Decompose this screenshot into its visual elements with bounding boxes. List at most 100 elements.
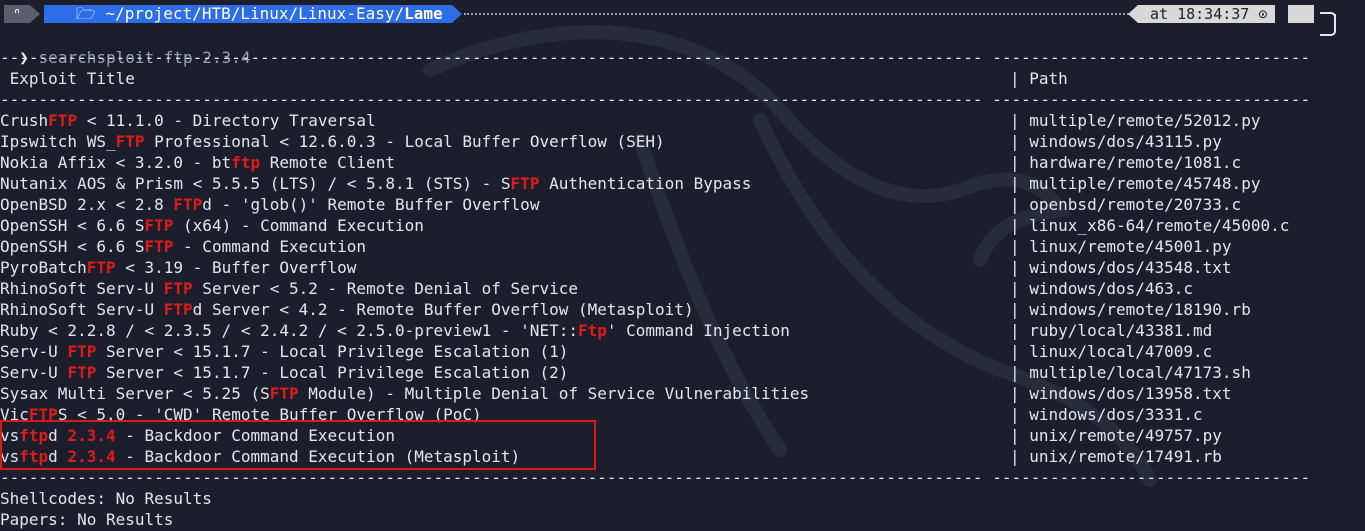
header-path: Path bbox=[1019, 69, 1068, 88]
segment-separator-icon bbox=[1128, 5, 1138, 23]
exploit-title: Ruby < 2.2.8 / < 2.3.5 / < 2.4.2 / < 2.5… bbox=[0, 320, 1010, 341]
exploit-path: windows/remote/18190.rb bbox=[1029, 300, 1251, 319]
time-label: at 18:34:37 bbox=[1150, 5, 1250, 23]
column-separator: | bbox=[1010, 384, 1030, 403]
table-row: Ipswitch WS_FTP Professional < 12.6.0.3 … bbox=[0, 131, 1222, 152]
exploit-path: windows/dos/463.c bbox=[1029, 279, 1194, 298]
column-separator: | bbox=[1010, 132, 1030, 151]
search-match: FTP bbox=[86, 258, 116, 277]
os-logo-icon: ᐢ bbox=[4, 5, 30, 23]
title-text: Ipswitch WS_ bbox=[0, 132, 116, 151]
table-row: RhinoSoft Serv-U FTP Server < 5.2 - Remo… bbox=[0, 278, 1193, 299]
segment-separator-icon bbox=[30, 5, 40, 23]
path-segment-start bbox=[44, 5, 62, 23]
column-separator: | bbox=[1010, 300, 1030, 319]
exploit-path: windows/dos/43548.txt bbox=[1029, 258, 1232, 277]
exploit-path: windows/dos/43115.py bbox=[1029, 132, 1222, 151]
title-text: RhinoSoft Serv-U bbox=[0, 279, 164, 298]
table-header: Exploit Title | Path bbox=[0, 68, 1068, 89]
exploit-path: unix/remote/49757.py bbox=[1029, 426, 1222, 445]
column-separator: | bbox=[1010, 342, 1030, 361]
table-row: PyroBatchFTP < 3.19 - Buffer Overflow | w… bbox=[0, 257, 1232, 278]
title-text: Ruby < 2.2.8 / < 2.3.5 / < 2.4.2 / < 2.5… bbox=[0, 321, 578, 340]
title-text: Nokia Affix < 3.2.0 - bt bbox=[0, 153, 232, 172]
title-text: d Server < 4.2 - Remote Buffer Overflow … bbox=[192, 300, 694, 319]
exploit-title: Serv-U FTP Server < 15.1.7 - Local Privi… bbox=[0, 341, 1010, 362]
exploit-title: OpenBSD 2.x < 2.8 FTPd - 'glob()' Remote… bbox=[0, 194, 1010, 215]
table-row: Serv-U FTP Server < 15.1.7 - Local Privi… bbox=[0, 362, 1251, 383]
prompt-frame-bottom bbox=[1320, 14, 1336, 36]
search-match: FTP bbox=[144, 237, 174, 256]
exploit-path: linux_x86-64/remote/45000.c bbox=[1029, 216, 1290, 235]
title-text: Server < 15.1.7 - Local Privilege Escala… bbox=[96, 342, 569, 361]
exploit-path: windows/dos/3331.c bbox=[1029, 405, 1203, 424]
exploit-path: linux/local/47009.c bbox=[1029, 342, 1213, 361]
path-current-dir: Lame bbox=[404, 4, 443, 23]
table-row: Serv-U FTP Server < 15.1.7 - Local Privi… bbox=[0, 341, 1212, 362]
exploit-title: RhinoSoft Serv-U FTP Server < 5.2 - Remo… bbox=[0, 278, 1010, 299]
search-match: FTP bbox=[48, 111, 78, 130]
prompt-filler-dots bbox=[464, 13, 1140, 15]
title-text: OpenBSD 2.x < 2.8 bbox=[0, 195, 174, 214]
table-divider-bottom: ----------------------------------------… bbox=[0, 468, 1311, 487]
search-match: FTP bbox=[173, 195, 203, 214]
title-text: Module) - Multiple Denial of Service Vul… bbox=[298, 384, 810, 403]
search-match: FTP bbox=[67, 342, 97, 361]
exploit-path: multiple/remote/45748.py bbox=[1029, 174, 1261, 193]
exploit-title: Nokia Affix < 3.2.0 - btftp Remote Clien… bbox=[0, 152, 1010, 173]
prompt-time: at 18:34:37 ⊙ bbox=[1138, 5, 1276, 23]
exploit-title: RhinoSoft Serv-U FTPd Server < 4.2 - Rem… bbox=[0, 299, 1010, 320]
exploit-path: multiple/local/47173.sh bbox=[1029, 363, 1251, 382]
title-text: OpenSSH < 6.6 S bbox=[0, 216, 145, 235]
column-separator: | bbox=[1010, 321, 1030, 340]
exploit-title: Sysax Multi Server < 5.25 (SFTP Module) … bbox=[0, 383, 1010, 404]
column-separator: | bbox=[1010, 447, 1030, 466]
title-text: Server < 5.2 - Remote Denial of Service bbox=[192, 279, 578, 298]
command-line[interactable]: ❯ searchsploit ftp 2.3.4 bbox=[0, 26, 250, 67]
exploit-path: linux/remote/45001.py bbox=[1029, 237, 1232, 256]
exploit-path: windows/dos/13958.txt bbox=[1029, 384, 1232, 403]
column-separator: | bbox=[1010, 237, 1030, 256]
column-separator: | bbox=[1010, 426, 1030, 445]
title-text: Server < 15.1.7 - Local Privilege Escala… bbox=[96, 363, 569, 382]
title-text: RhinoSoft Serv-U bbox=[0, 300, 164, 319]
search-match: FTP bbox=[115, 132, 145, 151]
search-match: FTP bbox=[269, 384, 299, 403]
title-text: Nutanix AOS & Prism < 5.5.5 (LTS) / < 5.… bbox=[0, 174, 511, 193]
shellcodes-result: Shellcodes: No Results bbox=[0, 489, 212, 508]
column-separator: | bbox=[1010, 363, 1030, 382]
search-match: FTP bbox=[67, 363, 97, 382]
table-divider-top: ----------------------------------------… bbox=[0, 48, 1311, 67]
header-separator: | bbox=[1010, 69, 1020, 88]
header-exploit-title: Exploit Title bbox=[0, 69, 135, 88]
column-separator: | bbox=[1010, 195, 1030, 214]
column-separator: | bbox=[1010, 216, 1030, 235]
exploit-title: OpenSSH < 6.6 SFTP - Command Execution bbox=[0, 236, 1010, 257]
title-text: - Command Execution bbox=[173, 237, 367, 256]
column-separator: | bbox=[1010, 405, 1030, 424]
search-match: Ftp bbox=[577, 321, 607, 340]
exploit-path: hardware/remote/1081.c bbox=[1029, 153, 1242, 172]
title-text: (x64) - Command Execution bbox=[173, 216, 424, 235]
annotation-highlight-box bbox=[0, 420, 596, 470]
title-text: PyroBatch bbox=[0, 258, 87, 277]
title-text: ' Command Injection bbox=[606, 321, 790, 340]
title-text: Crush bbox=[0, 111, 49, 130]
exploit-title: CrushFTP < 11.1.0 - Directory Traversal bbox=[0, 110, 1010, 131]
exploit-title: PyroBatchFTP < 3.19 - Buffer Overflow bbox=[0, 257, 1010, 278]
exploit-title: Nutanix AOS & Prism < 5.5.5 (LTS) / < 5.… bbox=[0, 173, 1010, 194]
table-row: Ruby < 2.2.8 / < 2.3.5 / < 2.4.2 / < 2.5… bbox=[0, 320, 1212, 341]
column-separator: | bbox=[1010, 153, 1030, 172]
title-text: Professional < 12.6.0.3 - Local Buffer O… bbox=[144, 132, 665, 151]
search-match: ftp bbox=[231, 153, 261, 172]
table-row: OpenSSH < 6.6 SFTP (x64) - Command Execu… bbox=[0, 215, 1289, 236]
current-path: 🗁 ~/project/HTB/Linux/Linux-Easy/Lame bbox=[62, 5, 453, 23]
title-text: < 3.19 - Buffer Overflow bbox=[115, 258, 357, 277]
clock-icon: ⊙ bbox=[1258, 5, 1268, 23]
exploit-path: unix/remote/17491.rb bbox=[1029, 447, 1222, 466]
table-row: Nokia Affix < 3.2.0 - btftp Remote Clien… bbox=[0, 152, 1241, 173]
column-separator: | bbox=[1010, 111, 1030, 130]
search-match: FTP bbox=[163, 300, 193, 319]
title-text: < 11.1.0 - Directory Traversal bbox=[77, 111, 376, 130]
folder-icon: 🗁 bbox=[76, 4, 96, 23]
